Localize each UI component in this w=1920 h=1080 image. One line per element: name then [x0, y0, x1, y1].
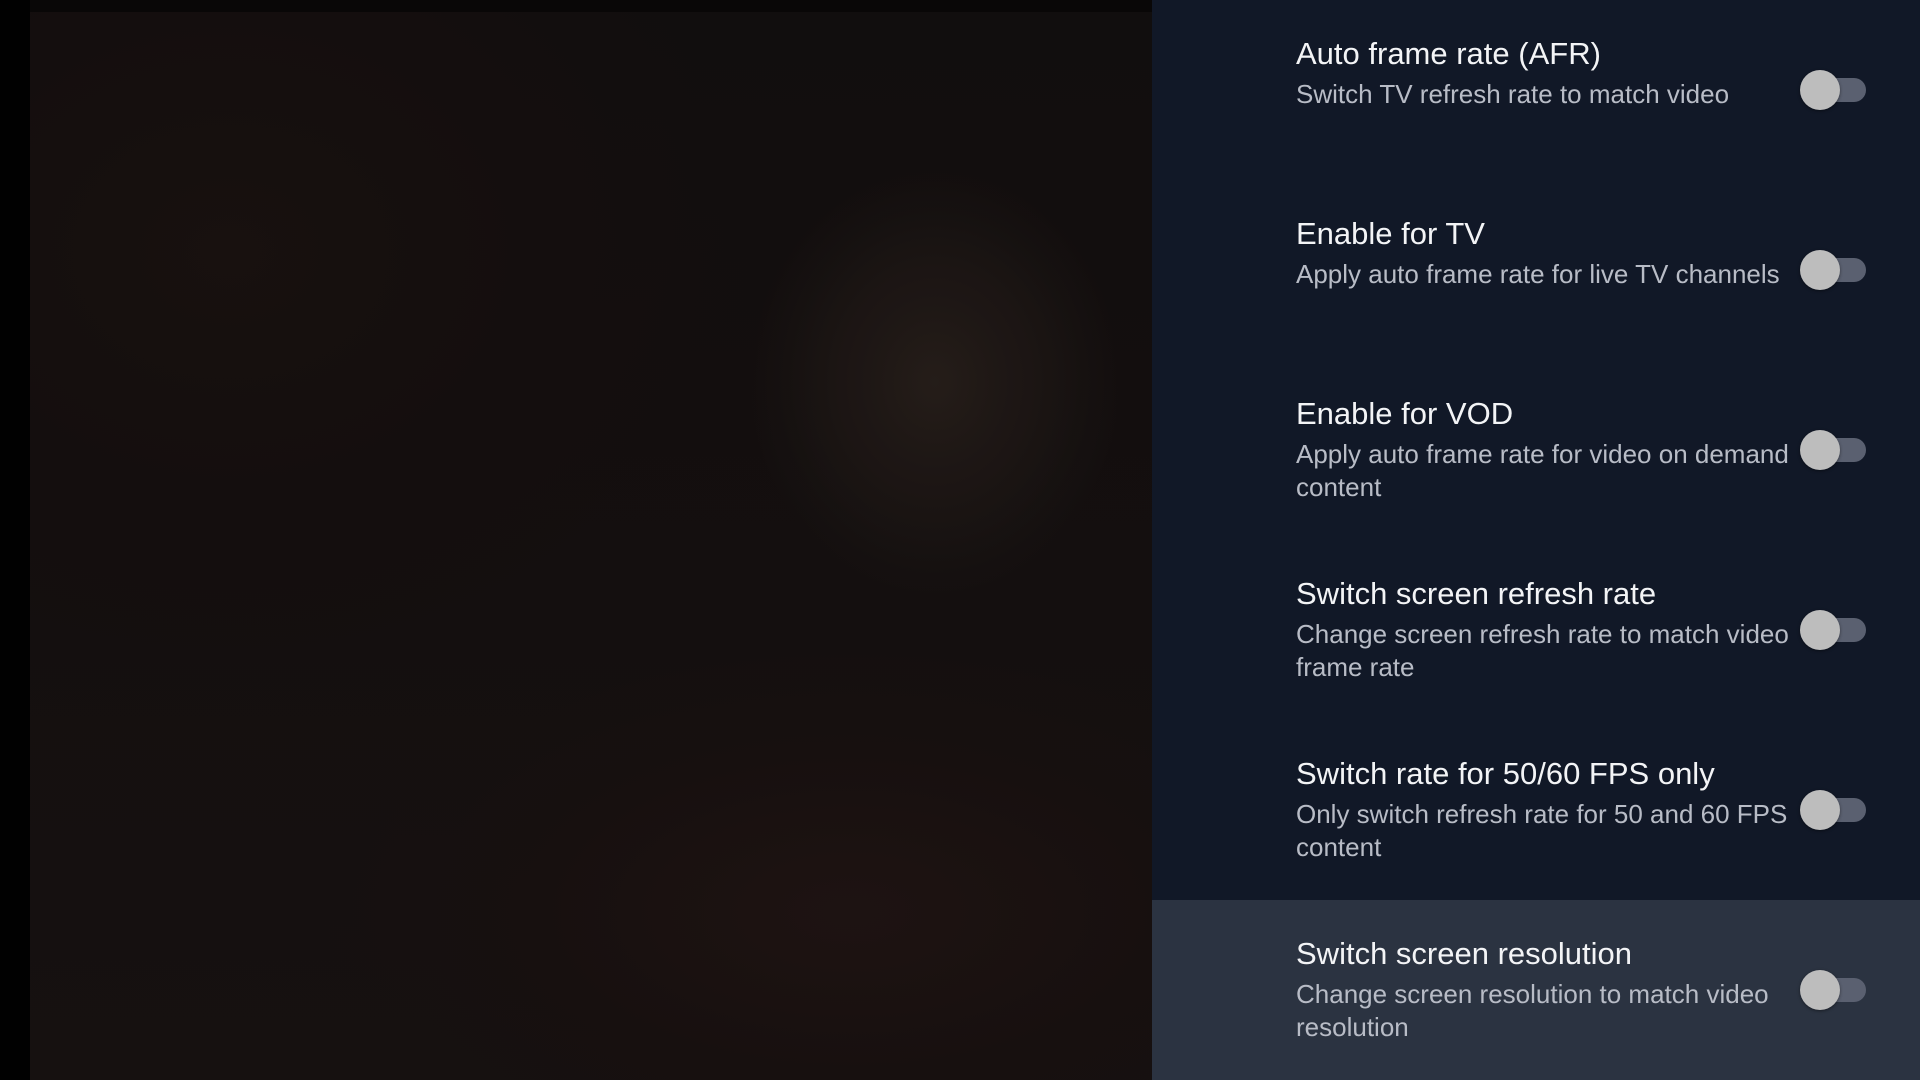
setting-description: Switch TV refresh rate to match video — [1296, 79, 1730, 109]
toggle-thumb — [1800, 250, 1840, 290]
setting-description: Apply auto frame rate for video on deman… — [1296, 439, 1789, 502]
video-player-background — [0, 0, 1152, 1080]
setting-title: Enable for TV — [1296, 216, 1485, 251]
setting-description: Change screen resolution to match video … — [1296, 979, 1769, 1042]
app-root: Auto frame rate (AFR) Switch TV refresh … — [0, 0, 1920, 1080]
toggle-thumb — [1800, 790, 1840, 830]
setting-description: Apply auto frame rate for live TV channe… — [1296, 259, 1780, 289]
setting-text: Enable for VOD Apply auto frame rate for… — [1296, 394, 1856, 504]
setting-title: Auto frame rate (AFR) — [1296, 36, 1601, 71]
setting-row-switch-screen-refresh-rate[interactable]: Switch screen refresh rate Change screen… — [1152, 540, 1920, 720]
toggle-thumb — [1800, 430, 1840, 470]
setting-text: Auto frame rate (AFR) Switch TV refresh … — [1296, 34, 1856, 111]
setting-row-switch-screen-resolution[interactable]: Switch screen resolution Change screen r… — [1152, 900, 1920, 1080]
enable-for-vod-toggle[interactable] — [1800, 428, 1866, 470]
setting-title: Switch screen refresh rate — [1296, 576, 1657, 611]
setting-text: Enable for TV Apply auto frame rate for … — [1296, 214, 1856, 291]
enable-for-tv-toggle[interactable] — [1800, 248, 1866, 290]
afr-settings-panel: Auto frame rate (AFR) Switch TV refresh … — [1152, 0, 1920, 1080]
setting-row-enable-for-vod[interactable]: Enable for VOD Apply auto frame rate for… — [1152, 360, 1920, 540]
toggle-thumb — [1800, 610, 1840, 650]
setting-title: Enable for VOD — [1296, 396, 1514, 431]
setting-title: Switch screen resolution — [1296, 936, 1632, 971]
toggle-thumb — [1800, 70, 1840, 110]
setting-description: Change screen refresh rate to match vide… — [1296, 619, 1789, 682]
setting-text: Switch screen refresh rate Change screen… — [1296, 574, 1856, 684]
setting-title: Switch rate for 50/60 FPS only — [1296, 756, 1715, 791]
setting-text: Switch rate for 50/60 FPS only Only swit… — [1296, 754, 1856, 864]
switch-screen-refresh-rate-toggle[interactable] — [1800, 608, 1866, 650]
toggle-thumb — [1800, 970, 1840, 1010]
auto-frame-rate-toggle[interactable] — [1800, 68, 1866, 110]
setting-description: Only switch refresh rate for 50 and 60 F… — [1296, 799, 1788, 862]
setting-text: Switch screen resolution Change screen r… — [1296, 934, 1856, 1044]
switch-screen-resolution-toggle[interactable] — [1800, 968, 1866, 1010]
setting-row-enable-for-tv[interactable]: Enable for TV Apply auto frame rate for … — [1152, 180, 1920, 360]
video-dim-overlay — [0, 0, 1152, 1080]
switch-rate-50-60-only-toggle[interactable] — [1800, 788, 1866, 830]
setting-row-switch-rate-50-60-only[interactable]: Switch rate for 50/60 FPS only Only swit… — [1152, 720, 1920, 900]
setting-row-auto-frame-rate[interactable]: Auto frame rate (AFR) Switch TV refresh … — [1152, 0, 1920, 180]
